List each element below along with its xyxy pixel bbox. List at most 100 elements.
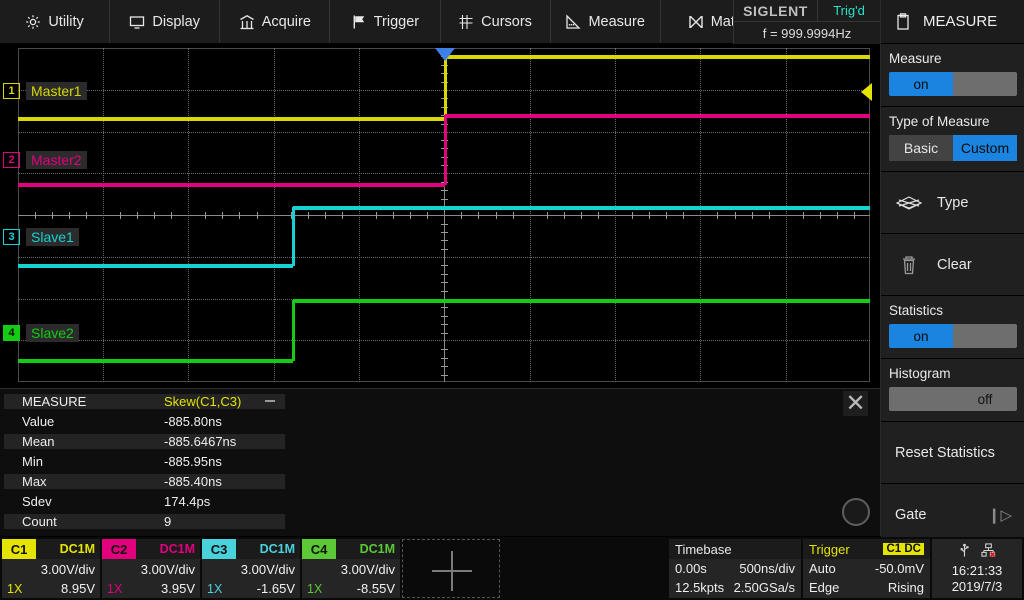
row-value: -885.95ns	[146, 454, 285, 469]
ch4-rising-edge	[292, 300, 295, 361]
axis-tick	[325, 212, 326, 219]
ch3-label[interactable]: 3 Slave1	[3, 228, 79, 246]
c3-scale: 3.00V/div	[202, 559, 300, 579]
collapse-icon[interactable]	[265, 400, 275, 402]
ch4-number-tag: 4	[3, 325, 20, 341]
statistics-toggle-label: Statistics	[889, 303, 1016, 318]
row-key: MEASURE	[4, 394, 146, 409]
channel-box-c2[interactable]: C2 DC1M 3.00V/div 1X 3.95V	[102, 539, 200, 598]
table-row[interactable]: MEASURE Skew(C1,C3)	[4, 391, 285, 411]
timebase-box[interactable]: Timebase 0.00s 500ns/div 12.5kpts 2.50GS…	[669, 539, 801, 598]
menu-item-utility[interactable]: Utility	[0, 0, 110, 43]
ch2-label[interactable]: 2 Master2	[3, 151, 87, 169]
axis-tick	[632, 212, 633, 219]
c2-offset: 3.95V	[161, 581, 195, 596]
ch1-label[interactable]: 1 Master1	[3, 82, 87, 100]
add-channel-button[interactable]	[402, 539, 500, 598]
ch3-label-text: Slave1	[26, 228, 79, 246]
trigger-level-marker[interactable]	[861, 83, 872, 101]
statistics-toggle[interactable]: on	[889, 324, 1017, 348]
c2-probe: 1X	[107, 582, 122, 596]
c1-coupling[interactable]: DC1M	[36, 539, 100, 559]
ch4-label[interactable]: 4 Slave2	[3, 324, 79, 342]
timebase-title: Timebase	[675, 542, 732, 557]
axis-tick	[441, 199, 448, 200]
sidebar-item-label: Reset Statistics	[895, 445, 995, 461]
measure-toggle-off[interactable]	[953, 72, 1017, 96]
timebase-scale: 500ns/div	[739, 561, 795, 576]
axis-tick	[239, 212, 240, 219]
histogram-toggle-off[interactable]: off	[953, 387, 1017, 411]
c4-name[interactable]: C4	[302, 539, 336, 559]
axis-tick	[820, 212, 821, 219]
type-of-measure-segmented[interactable]: Basic Custom	[889, 135, 1017, 161]
c3-probe: 1X	[207, 582, 222, 596]
channel-box-c1[interactable]: C1 DC1M 3.00V/div 1X 8.95V	[2, 539, 100, 598]
row-key: Mean	[4, 434, 146, 449]
type-of-measure-custom[interactable]: Custom	[953, 135, 1017, 161]
axis-tick	[735, 212, 736, 219]
axis-tick	[461, 212, 462, 219]
histogram-toggle[interactable]: off	[889, 387, 1017, 411]
axis-tick	[257, 212, 258, 219]
row-value: -885.80ns	[146, 414, 285, 429]
c1-name[interactable]: C1	[2, 539, 36, 559]
c3-coupling[interactable]: DC1M	[236, 539, 300, 559]
menu-item-label: Display	[152, 14, 200, 30]
measure-toggle-on[interactable]: on	[889, 72, 953, 96]
trigger-status-badge: Trig'd	[818, 0, 880, 22]
type-of-measure-basic[interactable]: Basic	[889, 135, 953, 161]
ch1-label-text: Master1	[26, 82, 87, 100]
ch3-rising-edge	[292, 207, 295, 266]
ch1-trace-low	[18, 117, 445, 121]
menu-item-display[interactable]: Display	[110, 0, 220, 43]
row-value: -885.40ns	[146, 474, 285, 489]
ch4-trace-high	[293, 299, 870, 303]
axis-tick	[441, 240, 448, 241]
measure-toggle[interactable]: on	[889, 72, 1017, 96]
flag-icon	[351, 14, 367, 30]
channel-box-c4[interactable]: C4 DC1M 3.00V/div 1X -8.55V	[302, 539, 400, 598]
sidebar-item-reset-statistics[interactable]: Reset Statistics	[881, 422, 1024, 484]
trigger-type: Edge	[809, 580, 839, 595]
ch3-trace-low	[18, 264, 293, 268]
c2-name[interactable]: C2	[102, 539, 136, 559]
menu-item-acquire[interactable]: Acquire	[220, 0, 330, 43]
ch1-trace-high	[445, 55, 870, 59]
channel-box-c3[interactable]: C3 DC1M 3.00V/div 1X -1.65V	[202, 539, 300, 598]
system-status-box[interactable]: 16:21:33 2019/7/3	[932, 539, 1022, 598]
axis-tick	[769, 212, 770, 219]
statistics-toggle-off[interactable]	[953, 324, 1017, 348]
table-row: Mean -885.6467ns	[4, 431, 285, 451]
sidebar-item-type[interactable]: Type	[881, 172, 1024, 234]
ch3-number-tag: 3	[3, 229, 20, 245]
c3-name[interactable]: C3	[202, 539, 236, 559]
histogram-toggle-left[interactable]	[889, 387, 953, 411]
rotary-knob-indicator[interactable]	[842, 498, 870, 526]
type-of-measure-label: Type of Measure	[889, 114, 1016, 129]
axis-tick	[441, 307, 448, 308]
measure-statistics-table: MEASURE Skew(C1,C3) Value -885.80ns Mean…	[4, 391, 285, 531]
statistics-toggle-on[interactable]: on	[889, 324, 953, 348]
axis-tick	[441, 316, 448, 317]
menu-item-cursors[interactable]: Cursors	[441, 0, 551, 43]
c2-coupling[interactable]: DC1M	[136, 539, 200, 559]
menu-item-measure[interactable]: Measure	[551, 0, 661, 43]
axis-tick	[547, 212, 548, 219]
sidebar-item-clear[interactable]: Clear	[881, 234, 1024, 296]
c4-probe: 1X	[307, 582, 322, 596]
waveform-display[interactable]: 1 Master1 2 Master2 3 Slave1 4 Slave2	[0, 44, 880, 386]
close-icon[interactable]: ✕	[843, 391, 868, 416]
axis-tick	[513, 212, 514, 219]
clipboard-icon	[895, 13, 911, 31]
gate-chevron-icon[interactable]: ❙▷	[988, 506, 1012, 524]
axis-tick	[410, 212, 411, 219]
c4-coupling[interactable]: DC1M	[336, 539, 400, 559]
ch2-trace-high	[445, 114, 870, 118]
menu-item-trigger[interactable]: Trigger	[330, 0, 440, 43]
trigger-box[interactable]: Trigger C1 DC Auto -50.0mV Edge Rising	[803, 539, 930, 598]
trigger-position-marker[interactable]	[435, 48, 455, 61]
axis-tick	[441, 375, 448, 376]
ch4-label-text: Slave2	[26, 324, 79, 342]
c1-probe: 1X	[7, 582, 22, 596]
